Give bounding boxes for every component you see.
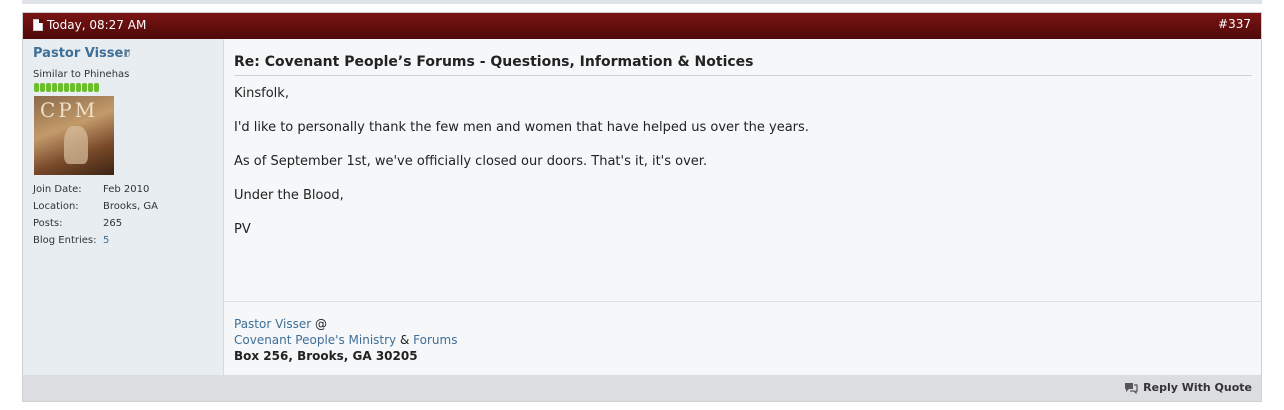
reply-quote-icon	[1125, 382, 1138, 394]
detail-value: Feb 2010	[103, 184, 150, 195]
reply-with-quote-label: Reply With Quote	[1143, 381, 1252, 394]
signature-amp: &	[399, 333, 410, 347]
forum-post: Today, 08:27 AM #337 Pastor Visser Simil…	[22, 12, 1262, 402]
detail-label: Blog Entries:	[33, 235, 97, 246]
previous-post-edge	[22, 0, 1262, 4]
reputation-pip	[70, 83, 75, 92]
signature-name-link[interactable]: Pastor Visser	[234, 317, 311, 331]
post-content: Re: Covenant People’s Forums - Questions…	[224, 39, 1261, 375]
signature-address: Box 256, Brooks, GA 30205	[234, 349, 418, 363]
signature: Pastor Visser @ Covenant People's Minist…	[234, 316, 457, 364]
forums-link[interactable]: Forums	[413, 333, 457, 347]
reputation-pip	[40, 83, 45, 92]
detail-value: 265	[103, 218, 123, 229]
detail-label: Join Date:	[33, 184, 82, 195]
reputation-pip	[82, 83, 87, 92]
signature-at: @	[315, 317, 328, 331]
detail-row-posts: Posts: 265	[33, 215, 158, 232]
username-link[interactable]: Pastor Visser	[33, 46, 130, 61]
online-status-icon	[124, 51, 130, 57]
avatar[interactable]: CPM	[34, 96, 114, 175]
reputation-pip	[52, 83, 57, 92]
post-number-link[interactable]: #337	[1218, 17, 1251, 31]
reply-with-quote-button[interactable]: Reply With Quote	[1124, 381, 1252, 394]
detail-row-join-date: Join Date: Feb 2010	[33, 181, 158, 198]
detail-row-location: Location: Brooks, GA	[33, 198, 158, 215]
avatar-figure	[64, 126, 88, 164]
post-title: Re: Covenant People’s Forums - Questions…	[234, 54, 1252, 76]
reputation-bar	[34, 83, 99, 92]
blog-entries-link[interactable]: 5	[103, 232, 109, 249]
reputation-pip	[76, 83, 81, 92]
reputation-pip	[94, 83, 99, 92]
post-paragraph: I'd like to personally thank the few men…	[234, 120, 809, 135]
reputation-pip	[58, 83, 63, 92]
post-body: Kinsfolk, I'd like to personally thank t…	[234, 85, 809, 255]
reputation-pip	[88, 83, 93, 92]
signature-line-2: Covenant People's Ministry & Forums	[234, 332, 457, 348]
detail-label: Posts:	[33, 218, 63, 229]
reputation-pip	[46, 83, 51, 92]
post-date: Today, 08:27 AM	[33, 18, 146, 32]
post-date-text: Today, 08:27 AM	[47, 18, 147, 32]
user-info-panel: Pastor Visser Similar to Phinehas CPM Jo…	[23, 39, 224, 375]
signature-divider	[224, 301, 1261, 302]
detail-value: Brooks, GA	[103, 201, 158, 212]
post-header: Today, 08:27 AM #337	[23, 13, 1261, 39]
user-details: Join Date: Feb 2010 Location: Brooks, GA…	[33, 181, 158, 249]
detail-row-blog-entries: Blog Entries: 5	[33, 232, 158, 249]
post-paragraph: Kinsfolk,	[234, 86, 289, 101]
post-paragraph: As of September 1st, we've officially cl…	[234, 154, 708, 169]
reputation-pip	[64, 83, 69, 92]
reputation-pip	[34, 83, 39, 92]
ministry-link[interactable]: Covenant People's Ministry	[234, 333, 396, 347]
post-paragraph: Under the Blood,	[234, 188, 344, 203]
document-icon	[33, 19, 43, 31]
signature-line-1: Pastor Visser @	[234, 316, 457, 332]
avatar-logo-text: CPM	[40, 98, 99, 122]
user-title: Similar to Phinehas	[33, 69, 130, 80]
post-paragraph: PV	[234, 222, 251, 237]
detail-label: Location:	[33, 201, 79, 212]
post-footer: Reply With Quote	[23, 375, 1261, 401]
